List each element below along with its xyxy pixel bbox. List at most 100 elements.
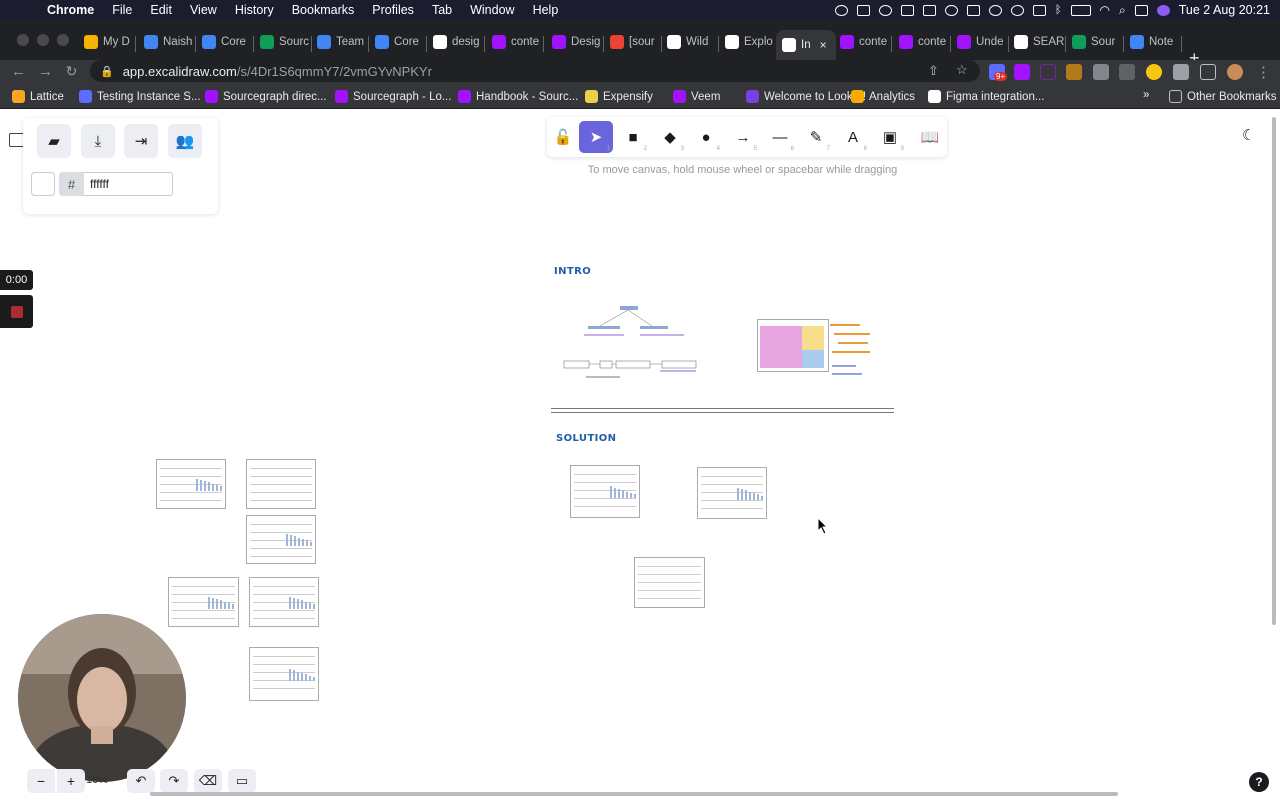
tab-sourcegraph[interactable]: conte	[893, 30, 949, 54]
kebab-menu-icon[interactable]: ⋮	[1250, 63, 1277, 81]
save-download-icon[interactable]: ⤓	[81, 124, 115, 158]
tab-excalidraw[interactable]: In ×	[776, 30, 836, 60]
wireframe-thumbnail[interactable]	[168, 577, 239, 627]
selection-tool-icon[interactable]: ➤ 1	[579, 121, 613, 153]
intro-wireframe[interactable]	[757, 319, 829, 372]
menu-window[interactable]: Window	[461, 3, 523, 17]
tab-docs[interactable]: Team	[311, 30, 367, 54]
bookmark-item[interactable]: Analytics	[851, 90, 915, 103]
webcam-bubble[interactable]	[18, 614, 186, 782]
menu-edit[interactable]: Edit	[141, 3, 181, 17]
menu-help[interactable]: Help	[524, 3, 568, 17]
search-icon[interactable]: ⌕	[1119, 3, 1126, 18]
solution-heading[interactable]: SOLUTION	[556, 433, 616, 444]
lock-icon[interactable]: 🔒	[100, 65, 114, 78]
app-icon[interactable]	[878, 4, 892, 16]
menu-tab[interactable]: Tab	[423, 3, 461, 17]
extension-icon[interactable]	[1066, 64, 1082, 80]
tab-docs[interactable]: Core	[369, 30, 425, 54]
camera-extension-icon[interactable]	[1093, 64, 1109, 80]
tab-docs[interactable]: Note	[1124, 30, 1180, 54]
sun-icon[interactable]	[834, 4, 848, 16]
close-window-button[interactable]	[17, 34, 29, 46]
bluetooth-icon[interactable]: ᛒ	[1055, 4, 1062, 16]
move-extension-icon[interactable]	[1119, 64, 1135, 80]
lock-tool-icon[interactable]: 🔓	[546, 121, 580, 153]
camera-icon[interactable]	[856, 4, 870, 16]
address-bar[interactable]: 🔒 app.excalidraw.com /s/4Dr1S6qmmY7/2vmG…	[90, 60, 980, 82]
tab-sourcegraph[interactable]: conte	[834, 30, 890, 54]
wireframe-thumbnail[interactable]	[570, 465, 640, 518]
side-panel-icon[interactable]	[1200, 64, 1216, 80]
dropbox-icon[interactable]	[922, 4, 936, 16]
canvas-background-swatch[interactable]	[31, 172, 55, 196]
zoom-in-button[interactable]: +	[57, 769, 85, 793]
tab-sheets[interactable]: Sourc	[254, 30, 310, 54]
tab-sourcegraph[interactable]: Desig	[546, 30, 602, 54]
intro-heading[interactable]: INTRO	[554, 266, 591, 277]
bookmark-item[interactable]: Sourcegraph - Lo...	[335, 90, 451, 103]
other-bookmarks[interactable]: Other Bookmarks	[1169, 90, 1276, 103]
zoom-level[interactable]: 10%	[86, 774, 108, 786]
background-hex-input[interactable]: ffffff	[84, 172, 173, 196]
help-icon[interactable]: ?	[1249, 772, 1269, 792]
open-folder-icon[interactable]: ▰	[37, 124, 71, 158]
bookmark-item[interactable]: Lattice	[12, 90, 64, 103]
wireframe-thumbnail[interactable]	[634, 557, 705, 608]
bookmark-star-icon[interactable]: ☆	[956, 62, 968, 78]
collaborate-icon[interactable]: 👥	[168, 124, 202, 158]
menu-profiles[interactable]: Profiles	[363, 3, 423, 17]
text-tool-icon[interactable]: A8	[836, 121, 870, 153]
bookmark-item[interactable]: Handbook - Sourc...	[458, 90, 578, 103]
dark-mode-moon-icon[interactable]: ☾	[1242, 126, 1255, 144]
sourcegraph-extension-icon[interactable]	[1014, 64, 1030, 80]
tab-docs[interactable]: Core	[196, 30, 252, 54]
bookmark-item[interactable]: Veem	[673, 90, 720, 103]
redo-icon[interactable]: ↷	[160, 769, 188, 793]
tab-drive[interactable]: My D	[78, 30, 134, 54]
tab-sourcegraph[interactable]: Unde	[951, 30, 1007, 54]
eraser-icon[interactable]: ⌫	[194, 769, 222, 793]
tab-excalidraw[interactable]: Explo	[719, 30, 775, 54]
tab-github[interactable]: Wild	[661, 30, 717, 54]
undo-icon[interactable]: ↶	[127, 769, 155, 793]
puzzle-icon[interactable]	[1173, 64, 1189, 80]
library-tool-icon[interactable]: 📖	[913, 121, 947, 153]
image-tool-icon[interactable]: ▣ 9	[873, 121, 907, 153]
bookmark-item[interactable]: Expensify	[585, 90, 653, 103]
wireframe-thumbnail[interactable]	[249, 647, 319, 701]
bookmark-item[interactable]: Welcome to Looker!	[746, 90, 866, 103]
excalidraw-canvas[interactable]: ▰ ⤓ ⇥ 👥 # ffffff 🔓 ➤ 1 ■ 2 ◆ 3 ● 4 → 5—6 ✎ 7 A 8 ▣ 9 📖 To…	[0, 109, 1280, 800]
minimize-window-button[interactable]	[37, 34, 49, 46]
rectangle-tool-icon[interactable]: ■ 2	[616, 121, 650, 153]
forward-arrow-icon[interactable]: →	[32, 63, 59, 80]
cloud-icon[interactable]	[966, 4, 980, 16]
arrow-tool-icon[interactable]: → 5	[726, 121, 760, 153]
tab-docs[interactable]: Naish	[138, 30, 194, 54]
wireframe-thumbnail[interactable]	[156, 459, 226, 509]
close-tab-icon[interactable]: ×	[820, 38, 827, 52]
profile-avatar[interactable]	[1227, 64, 1243, 80]
zoom-window-button[interactable]	[57, 34, 69, 46]
comment-icon[interactable]: ▭	[228, 769, 256, 793]
wireframe-thumbnail[interactable]	[697, 467, 767, 519]
gauge-icon[interactable]	[944, 4, 958, 16]
wireframe-thumbnail[interactable]	[246, 459, 316, 509]
menu-bookmarks[interactable]: Bookmarks	[283, 3, 364, 17]
wireframe-thumbnail[interactable]	[246, 515, 316, 564]
menu-view[interactable]: View	[181, 3, 226, 17]
control-center-icon[interactable]	[1134, 4, 1148, 16]
section-divider[interactable]	[551, 408, 894, 409]
stop-recording-button[interactable]	[0, 295, 33, 328]
tab-google[interactable]: desig	[427, 30, 483, 54]
horizontal-scrollbar[interactable]	[150, 792, 1118, 796]
calendar-icon[interactable]	[1032, 4, 1046, 16]
tab-sourcegraph[interactable]: conte	[486, 30, 542, 54]
menu-history[interactable]: History	[226, 3, 283, 17]
bookmark-item[interactable]: Sourcegraph direc...	[205, 90, 327, 103]
ellipse-tool-icon[interactable]: ● 4	[689, 121, 723, 153]
section-divider[interactable]	[551, 412, 894, 413]
bookmark-item[interactable]: Figma integration...	[928, 90, 1044, 103]
play-icon[interactable]	[1010, 4, 1024, 16]
battery-icon[interactable]	[1070, 4, 1091, 16]
